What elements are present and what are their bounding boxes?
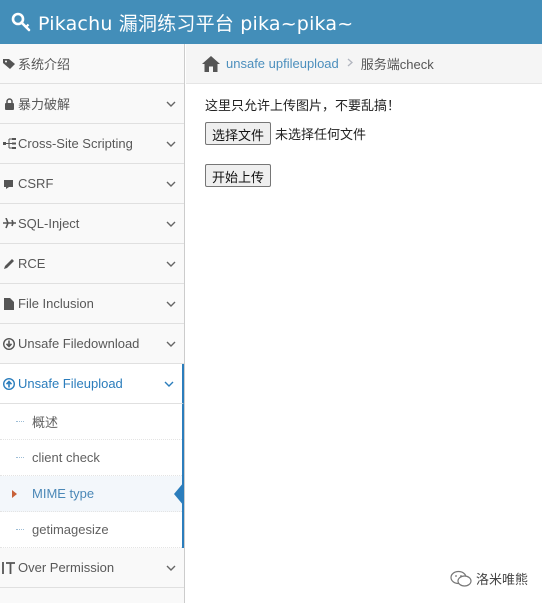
key-icon	[11, 12, 31, 32]
file-icon	[0, 297, 18, 310]
breadcrumb-current: 服务端check	[360, 57, 434, 72]
sidebar-item-label: Cross-Site Scripting	[18, 136, 133, 151]
plane-icon	[0, 218, 18, 229]
sidebar-item-label: Unsafe Filedownload	[18, 336, 140, 351]
chevron-down-icon	[158, 301, 184, 307]
chevron-down-icon	[158, 341, 184, 347]
chevron-down-icon	[156, 381, 182, 387]
fileupload-submenu: 概述 client check MIME type getimagesize	[0, 404, 184, 548]
sidebar-item-label: RCE	[18, 256, 46, 271]
submenu-item-label: client check	[32, 450, 100, 465]
sidebar-item-xss[interactable]: Cross-Site Scripting	[0, 124, 184, 164]
watermark-text: 洛米唯熊	[475, 572, 528, 587]
breadcrumb-link-parent[interactable]: unsafe upfileupload	[226, 56, 339, 71]
chevron-right-icon	[347, 58, 353, 70]
chevron-down-icon	[158, 261, 184, 267]
chevron-down-icon	[158, 565, 184, 571]
sidebar-item-csrf[interactable]: CSRF	[0, 164, 184, 204]
text-cursor-icon	[0, 561, 18, 574]
sidebar-item-bruteforce[interactable]: 暴力破解	[0, 84, 184, 124]
watermark: 洛米唯熊	[450, 569, 528, 588]
submenu-item-overview[interactable]: 概述	[0, 404, 182, 440]
active-pointer-icon	[174, 482, 184, 506]
sidebar-item-rce[interactable]: RCE	[0, 244, 184, 284]
sidebar-item-intro[interactable]: 系统介绍	[0, 44, 184, 84]
submenu-item-label: 概述	[32, 415, 59, 430]
breadcrumb: unsafe upfileupload 服务端check	[186, 44, 542, 84]
submenu-item-client-check[interactable]: client check	[0, 440, 182, 476]
chevron-down-icon	[158, 181, 184, 187]
sidebar-item-file-inclusion[interactable]: File Inclusion	[0, 284, 184, 324]
sidebar-item-over-permission[interactable]: Over Permission	[0, 548, 184, 588]
sidebar-item-label: 暴力破解	[18, 97, 71, 112]
chevron-down-icon	[158, 221, 184, 227]
sidebar-item-label: CSRF	[18, 176, 54, 191]
sitemap-icon	[0, 138, 18, 149]
upload-icon	[0, 377, 18, 390]
tag-icon	[0, 58, 18, 69]
sidebar-item-label: 系统介绍	[18, 57, 71, 72]
sidebar-item-fileupload[interactable]: Unsafe Fileupload	[0, 364, 184, 404]
caret-right-icon	[12, 490, 17, 498]
sidebar-item-label: File Inclusion	[18, 296, 94, 311]
file-status-text: 未选择任何文件	[275, 127, 367, 142]
submenu-item-label: MIME type	[32, 486, 95, 501]
sidebar-item-label: Unsafe Fileupload	[18, 376, 123, 391]
chevron-down-icon	[158, 141, 184, 147]
choose-file-button[interactable]: 选择文件	[205, 122, 272, 145]
sidebar-item-sqli[interactable]: SQL-Inject	[0, 204, 184, 244]
submenu-item-mime-type[interactable]: MIME type	[0, 476, 184, 512]
wechat-icon	[450, 570, 472, 587]
home-icon[interactable]	[202, 55, 220, 72]
submenu-item-label: getimagesize	[32, 522, 109, 537]
upload-form: 这里只允许上传图片，不要乱搞！ 选择文件 未选择任何文件 开始上传	[186, 84, 542, 187]
submenu-item-getimagesize[interactable]: getimagesize	[0, 512, 182, 548]
csrf-icon	[0, 178, 18, 190]
app-title[interactable]: Pikachu 漏洞练习平台 pika~pika~	[38, 9, 353, 36]
download-icon	[0, 337, 18, 350]
navbar: Pikachu 漏洞练习平台 pika~pika~	[0, 0, 542, 44]
upload-button[interactable]: 开始上传	[205, 164, 272, 187]
upload-notice: 这里只允许上传图片，不要乱搞！	[205, 98, 401, 113]
lock-icon	[0, 97, 18, 110]
file-picker: 选择文件 未选择任何文件	[205, 122, 542, 145]
sidebar-item-label: Over Permission	[18, 560, 115, 575]
chevron-down-icon	[158, 101, 184, 107]
sidebar: 系统介绍 暴力破解 Cross-Site Scripting CSRF SQL-…	[0, 44, 185, 603]
sidebar-item-next[interactable]	[0, 588, 184, 603]
pencil-icon	[0, 258, 18, 270]
sidebar-item-filedownload[interactable]: Unsafe Filedownload	[0, 324, 184, 364]
sidebar-item-label: SQL-Inject	[18, 216, 80, 231]
main-content: unsafe upfileupload 服务端check 这里只允许上传图片，不…	[186, 44, 542, 603]
